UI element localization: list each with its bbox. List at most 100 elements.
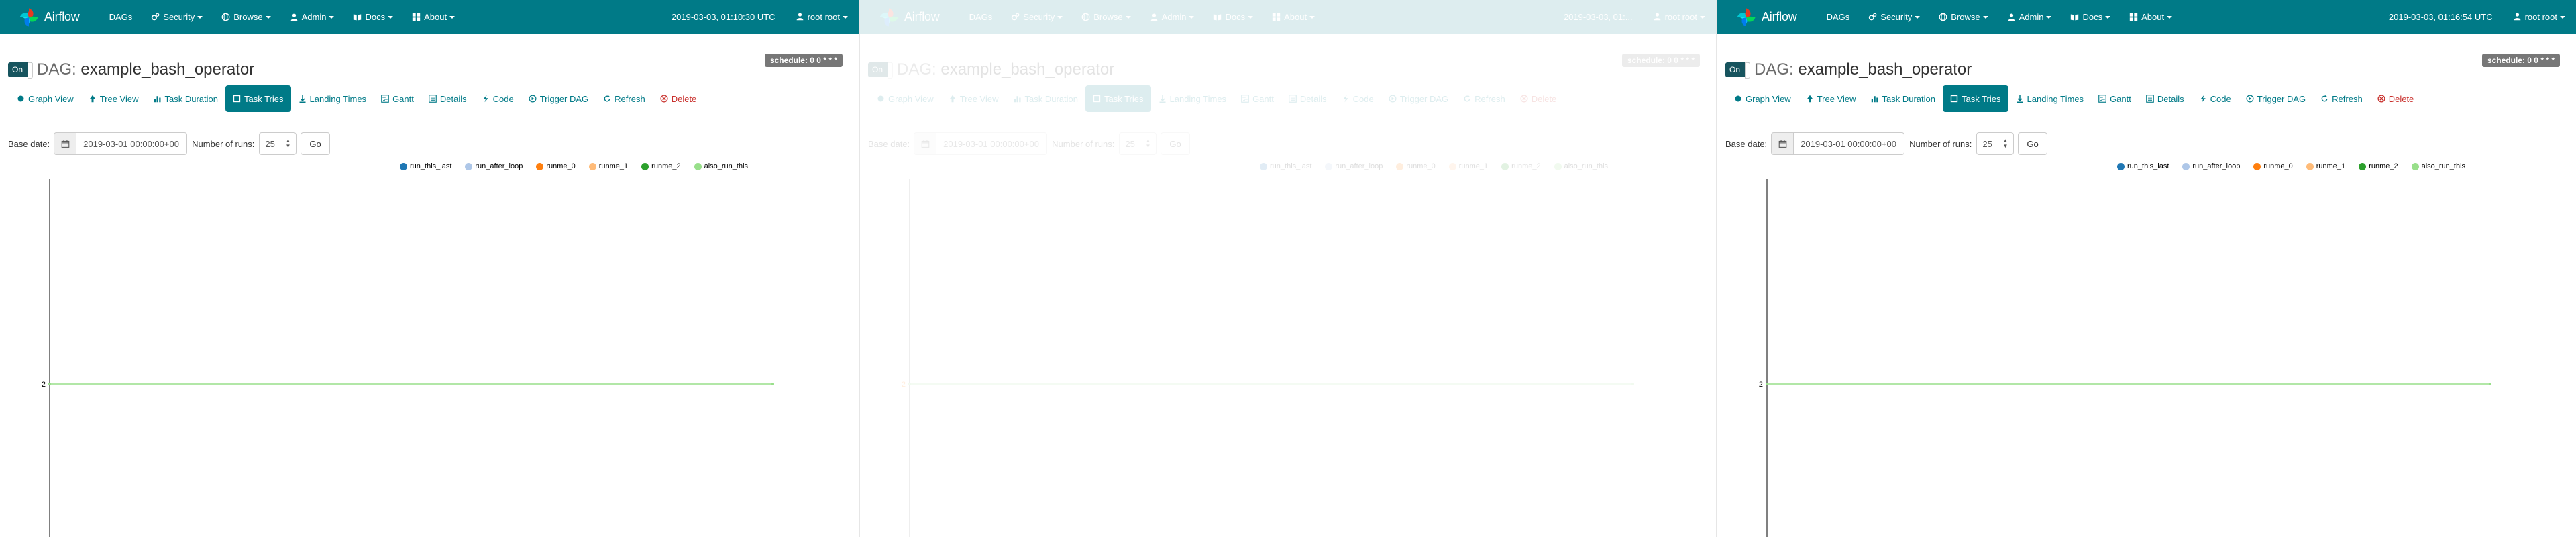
go-button[interactable]: Go xyxy=(2018,132,2047,155)
base-date-input[interactable] xyxy=(1794,132,1905,155)
data-point[interactable] xyxy=(48,383,51,385)
data-point[interactable] xyxy=(1631,383,1634,385)
dag-on-toggle[interactable]: On xyxy=(8,62,33,79)
legend-item[interactable]: run_this_last xyxy=(1260,162,1311,170)
tab-refresh[interactable]: Refresh xyxy=(1456,85,1513,112)
panel-divider xyxy=(1716,0,1717,537)
tab-code[interactable]: Code xyxy=(1334,85,1381,112)
legend-item[interactable]: runme_0 xyxy=(1396,162,1436,170)
legend-item[interactable]: also_run_this xyxy=(2411,162,2465,170)
tab-graph-view[interactable]: Graph View xyxy=(869,85,941,112)
calendar-icon[interactable] xyxy=(1771,132,1794,155)
calendar-icon[interactable] xyxy=(914,132,937,155)
data-point[interactable] xyxy=(1766,383,1768,385)
nav-item-dags[interactable]: DAGs xyxy=(1817,0,1860,34)
dag-on-toggle[interactable]: On xyxy=(868,62,893,79)
legend-item[interactable]: run_this_last xyxy=(400,162,451,170)
num-runs-select[interactable]: 25 ▲ ▼ xyxy=(259,132,297,155)
go-button[interactable]: Go xyxy=(301,132,330,155)
tab-trigger-dag[interactable]: Trigger DAG xyxy=(2239,85,2313,112)
tab-tree-view[interactable]: Tree View xyxy=(1799,85,1864,112)
user-name: root root xyxy=(1664,12,1697,22)
nav-item-security[interactable]: Security xyxy=(142,0,212,34)
tab-details[interactable]: Details xyxy=(421,85,474,112)
legend-item[interactable]: runme_1 xyxy=(588,162,628,170)
tab-gantt[interactable]: Gantt xyxy=(374,85,421,112)
user-menu[interactable]: root root xyxy=(796,12,848,23)
nav-item-dags[interactable]: DAGs xyxy=(100,0,142,34)
tab-code[interactable]: Code xyxy=(474,85,521,112)
data-point[interactable] xyxy=(771,383,774,385)
user-menu[interactable]: root root xyxy=(1653,12,1705,23)
airflow-brand[interactable]: Airflow xyxy=(17,0,80,34)
num-runs-select[interactable]: 25 ▲ ▼ xyxy=(1976,132,2015,155)
tab-landing-times[interactable]: Landing Times xyxy=(291,85,374,112)
legend-item[interactable]: runme_1 xyxy=(1448,162,1488,170)
nav-item-dags[interactable]: DAGs xyxy=(960,0,1002,34)
dag-on-toggle[interactable]: On xyxy=(1725,62,1750,79)
chart-filter-form: Base date: Number of runs: 25 ▲▼ Go xyxy=(868,132,1190,155)
legend-item[interactable]: also_run_this xyxy=(1554,162,1608,170)
tab-graph-view[interactable]: Graph View xyxy=(1727,85,1799,112)
tab-details[interactable]: Details xyxy=(2139,85,2192,112)
legend-item[interactable]: run_after_loop xyxy=(465,162,523,170)
nav-item-docs[interactable]: Docs xyxy=(1203,0,1263,34)
nav-item-security[interactable]: Security xyxy=(1859,0,1929,34)
tab-task-duration[interactable]: Task Duration xyxy=(1006,85,1085,112)
nav-item-docs[interactable]: Docs xyxy=(2061,0,2120,34)
tab-refresh[interactable]: Refresh xyxy=(596,85,653,112)
nav-item-about[interactable]: About xyxy=(1263,0,1324,34)
nav-item-admin[interactable]: Admin xyxy=(280,0,344,34)
user-menu[interactable]: root root xyxy=(2513,12,2565,23)
num-runs-select[interactable]: 25 ▲ ▼ xyxy=(1119,132,1157,155)
tab-task-duration[interactable]: Task Duration xyxy=(146,85,225,112)
legend-item[interactable]: runme_0 xyxy=(536,162,576,170)
legend-swatch xyxy=(2182,162,2190,170)
tab-graph-view[interactable]: Graph View xyxy=(9,85,81,112)
nav-item-about[interactable]: About xyxy=(402,0,464,34)
tab-landing-times[interactable]: Landing Times xyxy=(1151,85,1234,112)
nav-item-admin[interactable]: Admin xyxy=(1998,0,2061,34)
legend-item[interactable]: runme_2 xyxy=(641,162,681,170)
tab-gantt[interactable]: Gantt xyxy=(1234,85,1281,112)
tab-task-tries[interactable]: Task Tries xyxy=(225,85,291,112)
legend-item[interactable]: run_after_loop xyxy=(2182,162,2240,170)
tab-delete[interactable]: Delete xyxy=(1513,85,1564,112)
data-point[interactable] xyxy=(2489,383,2491,385)
tab-trigger-dag[interactable]: Trigger DAG xyxy=(521,85,596,112)
base-date-input[interactable] xyxy=(76,132,188,155)
tab-tree-view[interactable]: Tree View xyxy=(941,85,1006,112)
tab-delete[interactable]: Delete xyxy=(2370,85,2422,112)
legend-item[interactable]: runme_2 xyxy=(2359,162,2398,170)
legend-item[interactable]: runme_0 xyxy=(2253,162,2293,170)
legend-item[interactable]: runme_2 xyxy=(1501,162,1541,170)
tab-tree-view[interactable]: Tree View xyxy=(81,85,146,112)
tab-refresh[interactable]: Refresh xyxy=(2313,85,2370,112)
tab-landing-times[interactable]: Landing Times xyxy=(2008,85,2092,112)
nav-item-about[interactable]: About xyxy=(2120,0,2182,34)
nav-item-docs[interactable]: Docs xyxy=(343,0,402,34)
go-button[interactable]: Go xyxy=(1161,132,1190,155)
legend-item[interactable]: run_this_last xyxy=(2117,162,2169,170)
nav-item-admin[interactable]: Admin xyxy=(1140,0,1204,34)
tab-task-duration[interactable]: Task Duration xyxy=(1864,85,1943,112)
tab-task-tries[interactable]: Task Tries xyxy=(1085,85,1151,112)
data-point[interactable] xyxy=(908,383,911,385)
airflow-brand[interactable]: Airflow xyxy=(1735,0,1797,34)
airflow-brand[interactable]: Airflow xyxy=(877,0,940,34)
tab-gantt[interactable]: Gantt xyxy=(2091,85,2139,112)
legend-item[interactable]: run_after_loop xyxy=(1325,162,1383,170)
legend-item[interactable]: runme_1 xyxy=(2306,162,2345,170)
legend-item[interactable]: also_run_this xyxy=(694,162,748,170)
nav-item-security[interactable]: Security xyxy=(1002,0,1072,34)
calendar-icon[interactable] xyxy=(54,132,77,155)
base-date-input[interactable] xyxy=(936,132,1048,155)
tab-task-tries[interactable]: Task Tries xyxy=(1942,85,2008,112)
tab-delete[interactable]: Delete xyxy=(653,85,704,112)
nav-item-browse[interactable]: Browse xyxy=(1929,0,1997,34)
nav-item-browse[interactable]: Browse xyxy=(212,0,280,34)
tab-code[interactable]: Code xyxy=(2192,85,2239,112)
tab-trigger-dag[interactable]: Trigger DAG xyxy=(1381,85,1456,112)
tab-details[interactable]: Details xyxy=(1281,85,1334,112)
nav-item-browse[interactable]: Browse xyxy=(1072,0,1140,34)
